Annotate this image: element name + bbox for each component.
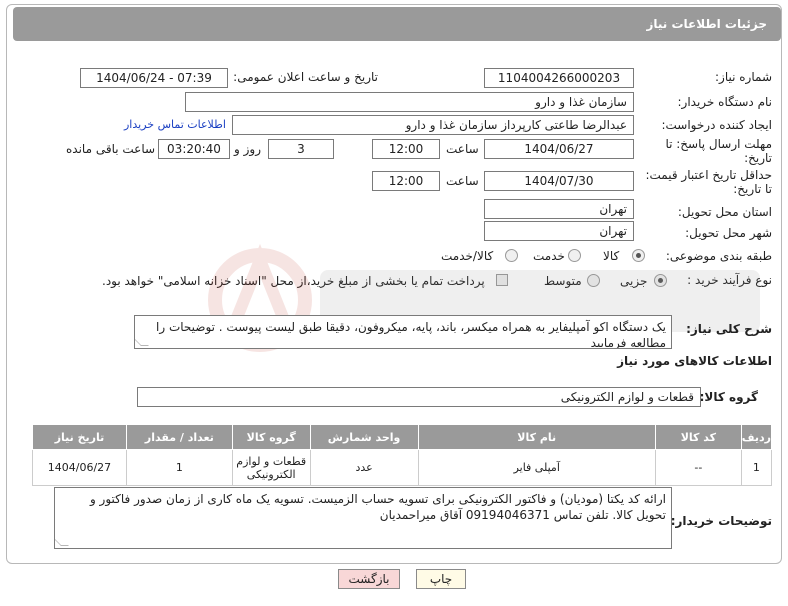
col-goods-group: گروه کالا (231, 424, 311, 450)
goods-table: ردیف کد کالا نام کالا واحد شمارش گروه کا… (32, 424, 773, 486)
reply-deadline-days-label: روز و (234, 142, 261, 156)
requester-field: عبدالرضا طاعتی کارپرداز سازمان غذا و دار… (232, 115, 634, 135)
reply-deadline-label-2: تاریخ: (744, 151, 772, 165)
price-validity-label: حداقل تاریخ اعتبار قیمت: (645, 168, 772, 182)
goods-group-field: قطعات و لوازم الکترونیکی (137, 387, 701, 407)
back-button[interactable]: بازگشت (338, 569, 400, 589)
need-number-label: شماره نیاز: (715, 70, 772, 84)
col-goods-name: نام کالا (417, 424, 656, 450)
category-radio-goods[interactable] (632, 249, 645, 262)
description-textarea[interactable]: یک دستگاه اکو آمپلیفایر به همراه میکسر، … (134, 315, 672, 349)
category-label: طبقه بندی موضوعی: (665, 249, 772, 263)
purchase-type-radio-medium[interactable] (587, 274, 600, 287)
table-row: 1 -- آمپلی فایر عدد قطعات و لوازم الکترو… (32, 449, 773, 486)
price-validity-time-field: 12:00 (372, 171, 440, 191)
buyer-contact-link[interactable]: اطلاعات تماس خریدار (124, 118, 226, 131)
cell-goods-group: قطعات و لوازم الکترونیکی (231, 449, 311, 486)
remaining-time-field: 03:20:40 (158, 139, 230, 159)
buyer-notes-label: توضیحات خریدار: (670, 514, 772, 528)
purchase-type-label: نوع فرآیند خرید : (687, 273, 772, 287)
buyer-org-label: نام دستگاه خریدار: (677, 95, 773, 109)
announce-datetime-field: 1404/06/24 - 07:39 (80, 68, 228, 88)
col-row-number: ردیف (740, 424, 773, 450)
buyer-notes-text: ارائه کد یکتا (مودیان) و فاکتور الکترونی… (89, 492, 666, 522)
resize-grip-icon[interactable] (55, 538, 69, 546)
remaining-time-label: ساعت باقی مانده (66, 142, 156, 156)
announce-datetime-label: تاریخ و ساعت اعلان عمومی: (233, 70, 378, 84)
reply-deadline-time-field: 12:00 (372, 139, 440, 159)
description-label: شرح کلی نیاز: (686, 322, 772, 336)
need-number-field: 1104004266000203 (484, 68, 634, 88)
goods-section-title: اطلاعات کالاهای مورد نیاز (617, 354, 772, 368)
category-option-service: خدمت (533, 249, 565, 263)
reply-deadline-time-label: ساعت (446, 142, 479, 156)
reply-deadline-label: مهلت ارسال پاسخ: تا (665, 137, 772, 151)
cell-goods-code: -- (654, 449, 742, 486)
description-text: یک دستگاه اکو آمپلیفایر به همراه میکسر، … (156, 320, 666, 349)
goods-table-header: ردیف کد کالا نام کالا واحد شمارش گروه کا… (32, 424, 773, 450)
treasury-payment-note: پرداخت تمام یا بخشی از مبلغ خرید،از محل … (102, 274, 485, 288)
cell-quantity: 1 (125, 449, 233, 486)
col-quantity: تعداد / مقدار (125, 424, 233, 450)
resize-grip-icon[interactable] (135, 338, 149, 346)
price-validity-date-field: 1404/07/30 (484, 171, 634, 191)
price-validity-label-2: تا تاریخ: (733, 182, 772, 196)
cell-row-number: 1 (740, 449, 773, 486)
cell-unit: عدد (309, 449, 419, 486)
reply-deadline-date-field: 1404/06/27 (484, 139, 634, 159)
requester-label: ایجاد کننده درخواست: (661, 118, 772, 132)
province-field: تهران (484, 199, 634, 219)
purchase-type-option-medium: متوسط (544, 274, 582, 288)
category-radio-both[interactable] (505, 249, 518, 262)
col-need-date: تاریخ نیاز (32, 424, 127, 450)
purchase-type-radio-minor[interactable] (654, 274, 667, 287)
col-unit: واحد شمارش (309, 424, 419, 450)
category-option-both: کالا/خدمت (441, 249, 494, 263)
buyer-org-field: سازمان غذا و دارو (185, 92, 634, 112)
page-title: جزئیات اطلاعات نیاز (13, 7, 781, 41)
reply-deadline-days-field: 3 (268, 139, 334, 159)
purchase-type-option-minor: جزیی (620, 274, 648, 288)
city-field: تهران (484, 221, 634, 241)
cell-goods-name: آمپلی فایر (417, 449, 656, 486)
treasury-payment-checkbox[interactable] (496, 274, 508, 286)
goods-group-label: گروه کالا: (699, 390, 758, 404)
category-radio-service[interactable] (568, 249, 581, 262)
city-label: شهر محل تحویل: (685, 226, 772, 240)
category-option-goods: کالا (603, 249, 620, 263)
print-button[interactable]: چاپ (416, 569, 466, 589)
cell-need-date: 1404/06/27 (32, 449, 127, 486)
price-validity-time-label: ساعت (446, 174, 479, 188)
col-goods-code: کد کالا (654, 424, 742, 450)
province-label: استان محل تحویل: (677, 205, 772, 219)
buyer-notes-textarea[interactable]: ارائه کد یکتا (مودیان) و فاکتور الکترونی… (54, 487, 672, 549)
